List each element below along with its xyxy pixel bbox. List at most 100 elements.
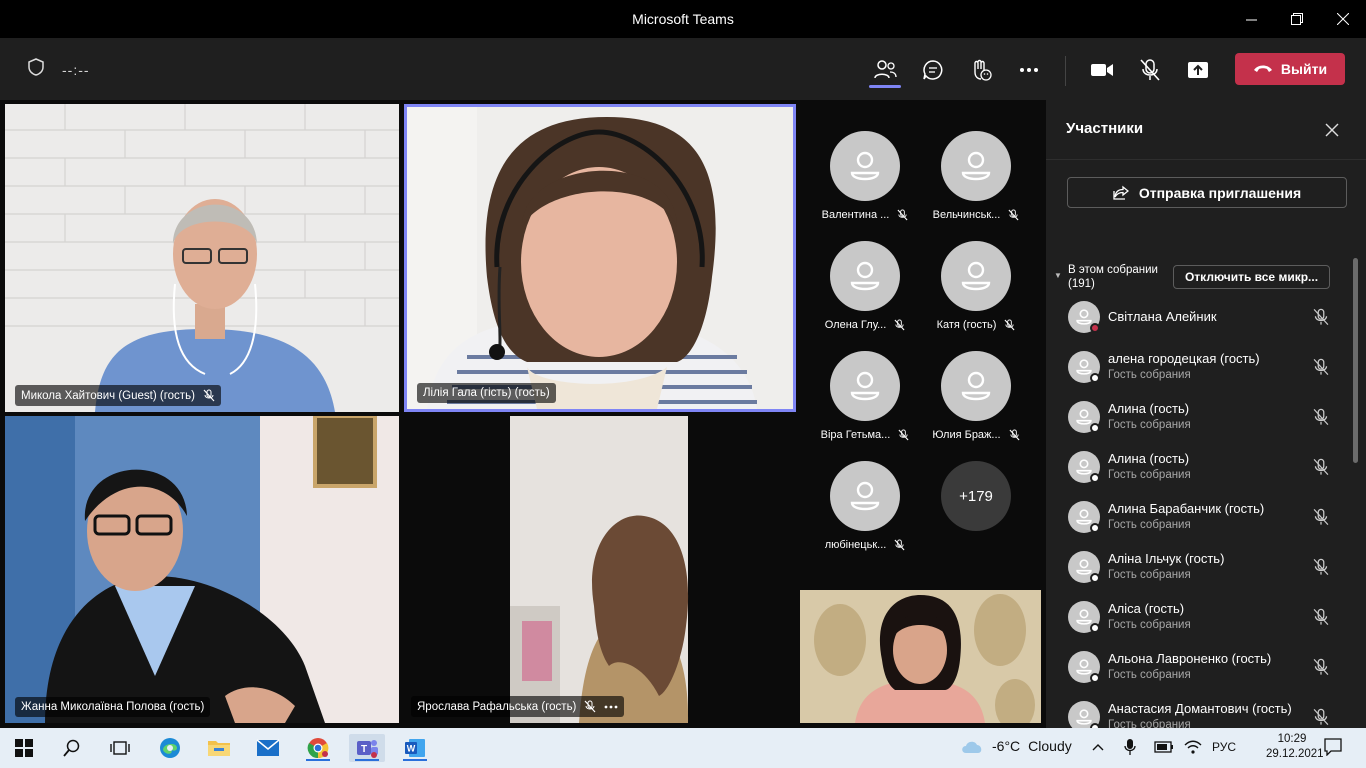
self-view-tile[interactable] [800, 590, 1041, 723]
mic-off-icon[interactable] [1312, 608, 1330, 626]
mail-icon [256, 739, 280, 756]
grid-participant[interactable]: Віра Гетьма... [810, 351, 920, 461]
video-tile-2-active-speaker[interactable]: Лілія Гала (гість) (гость) [404, 104, 796, 412]
participants-button[interactable] [869, 54, 901, 86]
share-icon [1113, 185, 1129, 200]
teams-app[interactable]: T [349, 734, 385, 762]
participant-row[interactable]: Аліна Ільчук (гость) Гость собрания [1046, 543, 1352, 593]
participant-row[interactable]: Алина Барабанчик (гость) Гость собрания [1046, 493, 1352, 543]
participant-row[interactable]: Аліса (гость) Гость собрания [1046, 593, 1352, 643]
word-icon: W [405, 739, 425, 757]
person-icon [850, 261, 880, 291]
chevron-up-icon[interactable] [1092, 740, 1104, 754]
mic-off-icon [584, 700, 596, 713]
participant-role: Гость собрания [1108, 369, 1191, 381]
video-tile-3[interactable]: Жанна Миколаївна Полова (гость) [5, 416, 399, 723]
participant-row[interactable]: Світлана Алейник [1046, 293, 1352, 343]
person-icon [1076, 659, 1092, 675]
participants-scrollbar[interactable] [1353, 258, 1358, 463]
participant-role: Гость собрания [1108, 519, 1191, 531]
presence-icon [1090, 423, 1100, 433]
participants-panel: Участники Отправка приглашения ▼ В этом … [1046, 100, 1366, 728]
cloud-icon [962, 741, 982, 753]
mic-off-icon[interactable] [1312, 558, 1330, 576]
person-icon [1076, 309, 1092, 325]
phone-hangup-icon [1253, 65, 1272, 72]
person-icon [1076, 509, 1092, 525]
participant-row[interactable]: Алина (гость) Гость собрания [1046, 443, 1352, 493]
grid-participant[interactable]: Валентина ... [810, 131, 920, 241]
mic-off-icon[interactable] [1312, 358, 1330, 376]
shield-icon[interactable] [28, 58, 44, 81]
avatar [830, 131, 900, 201]
leave-button[interactable]: Выйти [1235, 53, 1345, 85]
mic-off-icon [1009, 429, 1020, 441]
notifications-icon[interactable] [1324, 738, 1342, 759]
mic-off-icon[interactable] [1312, 458, 1330, 476]
edge-app[interactable] [152, 734, 188, 762]
person-icon [1076, 459, 1092, 475]
participant-row[interactable]: алена городецкая (гость) Гость собрания [1046, 343, 1352, 393]
chrome-app[interactable] [300, 734, 336, 762]
chat-button[interactable] [917, 54, 949, 86]
battery-icon[interactable] [1154, 740, 1174, 757]
presence-icon [1090, 473, 1100, 483]
grid-participant[interactable]: Катя (гость) [921, 241, 1031, 351]
in-meeting-section[interactable]: ▼ В этом собрании (191) Отключить все ми… [1054, 263, 1354, 293]
participant-name: Аліна Ільчук (гость) [1108, 551, 1225, 566]
close-window-button[interactable] [1320, 0, 1366, 38]
video-tile-1[interactable]: Микола Хайтович (Guest) (гость) [5, 104, 399, 412]
mail-app[interactable] [250, 734, 286, 762]
clock[interactable]: 10:29 29.12.2021 [1266, 732, 1324, 762]
mic-off-icon[interactable] [1312, 408, 1330, 426]
title-bar: Microsoft Teams [0, 0, 1366, 38]
participant-row[interactable]: Алина (гость) Гость собрания [1046, 393, 1352, 443]
grid-participant[interactable]: любінецьк... [810, 461, 920, 571]
send-invite-button[interactable]: Отправка приглашения [1067, 177, 1347, 208]
wifi-icon[interactable] [1184, 739, 1202, 758]
camera-button[interactable] [1086, 54, 1118, 86]
presence-icon [1090, 523, 1100, 533]
more-icon[interactable] [604, 705, 618, 709]
mic-off-icon[interactable] [1312, 708, 1330, 726]
search-button[interactable] [54, 734, 90, 762]
word-app[interactable]: W [397, 734, 433, 762]
clock-time: 10:29 [1277, 733, 1307, 745]
search-icon [63, 739, 80, 757]
participant-name: Світлана Алейник [1108, 309, 1217, 324]
participant-role: Гость собрания [1108, 619, 1191, 631]
avatar [941, 351, 1011, 421]
restore-button[interactable] [1274, 0, 1320, 38]
mic-off-icon[interactable] [1312, 658, 1330, 676]
more-participants-button[interactable]: +179 [921, 461, 1031, 571]
more-count: +179 [941, 461, 1011, 531]
close-panel-icon[interactable] [1324, 122, 1340, 138]
start-button[interactable] [6, 734, 42, 762]
weather-widget[interactable]: -6°C Cloudy [960, 738, 1072, 754]
mic-off-icon[interactable] [1312, 508, 1330, 526]
panel-divider [1046, 159, 1366, 160]
share-screen-button[interactable] [1182, 54, 1214, 86]
collapse-arrow-icon[interactable]: ▼ [1054, 271, 1062, 280]
mic-off-icon[interactable] [1312, 308, 1330, 326]
more-options-button[interactable] [1013, 54, 1045, 86]
task-view-button[interactable] [102, 734, 138, 762]
grid-participant[interactable]: Юлия Браж... [921, 351, 1031, 461]
microphone-icon[interactable] [1124, 738, 1136, 759]
grid-participant[interactable]: Олена Глу... [810, 241, 920, 351]
mic-muted-button[interactable] [1134, 54, 1166, 86]
participant-row[interactable]: Анастасия Домантович (гость) Гость собра… [1046, 693, 1352, 728]
participant-count: (191) [1068, 278, 1095, 290]
participant-row[interactable]: Альона Лавроненко (гость) Гость собрания [1046, 643, 1352, 693]
folder-icon [208, 741, 230, 756]
mute-all-button[interactable]: Отключить все микр... [1173, 265, 1330, 289]
reactions-button[interactable] [965, 54, 997, 86]
grid-participant[interactable]: Вельчинськ... [921, 131, 1031, 241]
minimize-button[interactable] [1228, 0, 1274, 38]
file-explorer-app[interactable] [201, 734, 237, 762]
participant-name: Анастасия Домантович (гость) [1108, 701, 1292, 716]
video-tile-4[interactable]: Ярослава Рафальська (гость) [404, 416, 796, 723]
language-indicator[interactable]: РУС [1212, 740, 1236, 754]
mic-off-icon [897, 209, 908, 221]
person-icon [1076, 359, 1092, 375]
